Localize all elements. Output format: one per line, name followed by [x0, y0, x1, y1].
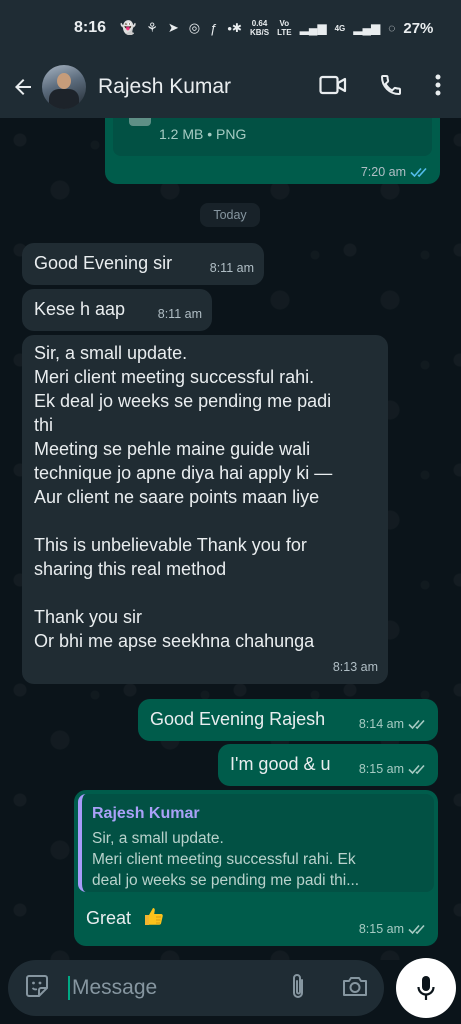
message-time: 8:14 am — [358, 717, 404, 731]
message-meta: 8:15 am — [359, 917, 428, 941]
message-text: Great — [86, 904, 166, 930]
message-time: 7:20 am — [360, 165, 406, 179]
more-vert-icon[interactable] — [435, 74, 441, 101]
outgoing-message[interactable]: I'm good & u 8:15 am — [218, 744, 438, 786]
notification-icons: 👻 ⚘ ➤ ◎ ƒ • — [120, 20, 232, 36]
read-ticks-icon — [408, 719, 425, 730]
quoted-author: Rajesh Kumar — [92, 805, 200, 822]
read-ticks-icon — [410, 167, 427, 178]
file-meta: 1.2 MB • PNG — [159, 126, 247, 142]
snapchat-icon: 👻 — [120, 20, 137, 35]
message-text: Good Evening sir — [34, 253, 173, 273]
sticker-icon[interactable] — [24, 973, 50, 1004]
status-bar: 8:16 👻 ⚘ ➤ ◎ ƒ • ✱ 0.64 KB/S Vo LTE ▂▄▆ … — [0, 0, 461, 56]
read-ticks-icon — [408, 764, 425, 775]
battery-icon: ◌ — [388, 21, 396, 35]
thumbs-up-emoji — [145, 908, 163, 925]
app-icon: ƒ — [210, 20, 218, 36]
incoming-message[interactable]: Good Evening sir 8:11 am — [22, 243, 264, 285]
file-thumbnail-icon — [129, 118, 151, 126]
camera-icon[interactable] — [342, 975, 368, 1002]
lte-badge: 4G — [334, 23, 346, 33]
message-meta: 8:11 am — [210, 256, 254, 280]
back-arrow-icon[interactable] — [10, 74, 36, 100]
mic-button[interactable] — [396, 958, 456, 1018]
message-composer — [8, 960, 384, 1016]
avatar[interactable] — [42, 65, 86, 109]
file-info: 1.2 MB • PNG — [113, 118, 432, 156]
mic-icon — [417, 976, 435, 1000]
chat-header: Rajesh Kumar — [0, 56, 461, 118]
message-time: 8:11 am — [209, 261, 254, 275]
incoming-message[interactable]: Kese h aap 8:11 am — [22, 289, 212, 331]
telegram-icon: ➤ — [167, 20, 179, 35]
message-text: I'm good & u — [230, 754, 331, 774]
signal-icon: ▂▄▆ — [299, 21, 327, 35]
quoted-message[interactable]: Rajesh Kumar Sir, a small update. Meri c… — [78, 794, 434, 892]
video-call-icon[interactable] — [319, 74, 347, 101]
system-icons: ✱ 0.64 KB/S Vo LTE ▂▄▆ 4G ▂▄▆ ◌ 27% — [232, 19, 433, 37]
bluetooth-icon: ✱ — [231, 21, 242, 35]
status-time: 8:16 — [74, 19, 107, 36]
date-chip: Today — [200, 203, 260, 227]
message-meta: 7:20 am — [361, 165, 430, 179]
outgoing-message[interactable]: Good Evening Rajesh 8:14 am — [138, 699, 438, 741]
contact-name[interactable]: Rajesh Kumar — [98, 75, 231, 99]
net-speed: 0.64 KB/S — [249, 19, 270, 37]
outgoing-reply-message[interactable]: Rajesh Kumar Sir, a small update. Meri c… — [74, 790, 438, 946]
message-time: 8:15 am — [358, 922, 404, 936]
message-input[interactable] — [68, 976, 278, 1000]
signal-icon-2: ▂▄▆ — [353, 21, 381, 35]
file-message[interactable]: 1.2 MB • PNG 7:20 am — [105, 118, 440, 184]
message-meta: 8:14 am — [359, 712, 428, 736]
read-ticks-icon — [408, 924, 425, 935]
message-text: Kese h aap — [34, 299, 126, 319]
quoted-text: Sir, a small update. Meri client meeting… — [92, 830, 360, 889]
attach-icon[interactable] — [290, 972, 306, 1005]
network-icon: ⚘ — [146, 20, 158, 35]
incoming-message[interactable]: Sir, a small update. Meri client meeting… — [22, 335, 388, 684]
message-meta: 8:15 am — [359, 757, 428, 781]
instagram-icon: ◎ — [188, 20, 201, 35]
message-text: Sir, a small update. Meri client meeting… — [34, 343, 333, 651]
phone-icon[interactable] — [379, 73, 403, 102]
message-meta: 8:13 am — [333, 655, 378, 679]
message-text: Good Evening Rajesh — [150, 709, 326, 729]
volte-badge: Vo LTE — [277, 19, 292, 37]
message-time: 8:11 am — [157, 307, 202, 321]
message-time: 8:13 am — [332, 660, 378, 674]
message-time: 8:15 am — [358, 762, 404, 776]
battery-level: 27% — [403, 19, 434, 37]
message-meta: 8:11 am — [158, 302, 202, 326]
